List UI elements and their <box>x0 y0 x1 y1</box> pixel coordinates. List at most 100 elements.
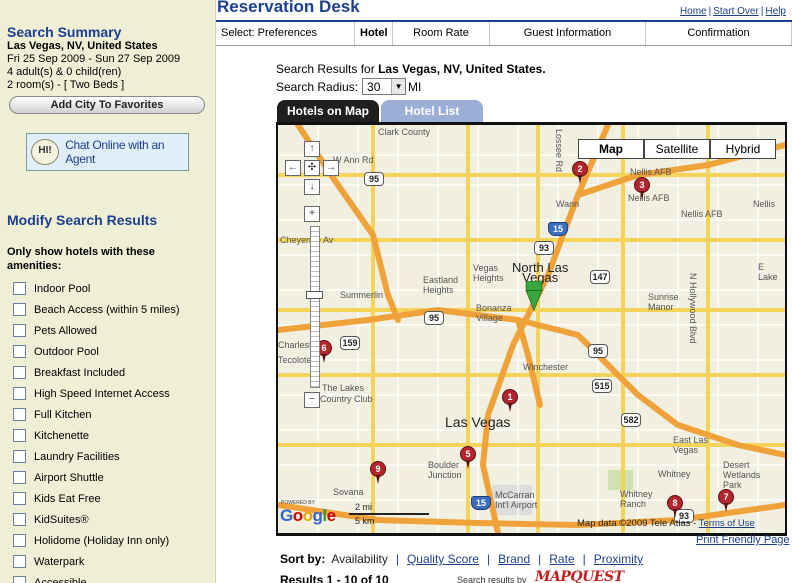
zoom-slider-thumb[interactable] <box>306 291 323 299</box>
amenity-checkbox[interactable] <box>13 303 26 316</box>
scale-bar <box>349 513 429 515</box>
pin-tail <box>673 509 677 518</box>
sort-separator: | <box>582 552 586 566</box>
map-label: Country Club <box>320 394 373 404</box>
mapquest-logo: MAPQUEST <box>535 569 624 583</box>
start-over-link[interactable]: Start Over <box>713 6 759 17</box>
amenity-label: Laundry Facilities <box>34 450 120 463</box>
map-scale: 2 mi 5 km <box>347 502 429 526</box>
amenity-label: Full Kitchen <box>34 408 92 421</box>
pin-tail <box>376 475 380 484</box>
map-roads <box>278 125 785 533</box>
radius-select[interactable]: 30 ▼ <box>362 78 407 95</box>
tab-hotel-list[interactable]: Hotel List <box>381 100 483 122</box>
hotel-pin[interactable]: 9 <box>370 461 386 485</box>
map-label: The Lakes <box>322 383 365 393</box>
amenity-checkbox[interactable] <box>13 429 26 442</box>
pin-tail <box>508 403 512 412</box>
amenity-checkbox[interactable] <box>13 450 26 463</box>
pan-up-icon[interactable]: ↑ <box>304 141 320 157</box>
interstate-shield: 15 <box>548 222 568 236</box>
scale-km: 5 km <box>355 516 375 526</box>
summary-dates: Fri 25 Sep 2009 - Sun 27 Sep 2009 <box>7 53 181 65</box>
summary-guests: 4 adult(s) & 0 child(ren) <box>7 66 122 78</box>
add-city-to-favorites-button[interactable]: Add City To Favorites <box>9 96 205 114</box>
print-friendly-page-link[interactable]: Print Friendly Page <box>696 534 790 546</box>
highway-shield: 147 <box>590 270 610 284</box>
amenity-row: Waterpark <box>13 551 180 572</box>
search-center-pin-icon[interactable] <box>524 281 544 311</box>
amenity-checkbox[interactable] <box>13 492 26 505</box>
radius-label: Search Radius: <box>276 79 359 94</box>
hotel-pin[interactable]: 1 <box>502 389 518 413</box>
hotel-pin[interactable]: 7 <box>718 489 734 513</box>
scale-miles: 2 mi <box>355 502 373 512</box>
hotel-pin[interactable]: 5 <box>460 446 476 470</box>
amenity-checkbox[interactable] <box>13 408 26 421</box>
amenity-row: Beach Access (within 5 miles) <box>13 299 180 320</box>
map-label: Desert Wetlands Park <box>723 460 761 490</box>
tab-hotels-on-map[interactable]: Hotels on Map <box>277 100 379 122</box>
results-location: Las Vegas, NV, United States. <box>378 62 546 76</box>
search-results-heading: Search Results for Las Vegas, NV, United… <box>276 62 546 76</box>
sort-separator: | <box>486 552 491 566</box>
pan-right-icon[interactable]: → <box>323 160 339 176</box>
map-label: Nellis AFB <box>630 167 672 177</box>
amenity-checkbox[interactable] <box>13 471 26 484</box>
amenities-list: Indoor Pool Beach Access (within 5 miles)… <box>13 278 180 583</box>
amenity-row: Accessible <box>13 572 180 583</box>
zoom-slider-track[interactable] <box>310 226 320 388</box>
map-label: Winchester <box>523 362 569 372</box>
map-label: Boulder Junction <box>428 460 462 480</box>
amenity-checkbox[interactable] <box>13 345 26 358</box>
search-results-by-label: Search results by <box>457 575 527 583</box>
sort-availability[interactable]: Availability <box>331 552 387 566</box>
sort-quality-score[interactable]: Quality Score <box>407 552 479 566</box>
amenity-checkbox[interactable] <box>13 387 26 400</box>
map-label-north-las-vegas: North Las Vegas <box>512 260 569 285</box>
amenity-checkbox[interactable] <box>13 366 26 379</box>
amenity-checkbox[interactable] <box>13 513 26 526</box>
amenity-checkbox[interactable] <box>13 555 26 568</box>
sort-brand[interactable]: Brand <box>498 552 530 566</box>
pin-tail <box>322 354 326 363</box>
amenity-label: KidSuites® <box>34 513 89 526</box>
pan-down-icon[interactable]: ↓ <box>304 179 320 195</box>
terms-of-use-link[interactable]: Terms of Use <box>699 518 755 529</box>
map-copyright: Map data ©2009 Tele Atlas - Terms of Use <box>577 518 755 529</box>
map-canvas[interactable]: Clark County W Ann Rd Nellis AFB Nellis … <box>278 125 785 533</box>
hotel-pin[interactable]: 2 <box>572 161 588 185</box>
highway-shield: 515 <box>592 379 612 393</box>
amenity-checkbox[interactable] <box>13 534 26 547</box>
amenity-row: KidSuites® <box>13 509 180 530</box>
progress-steps: Select: Preferences Hotel Room Rate Guest I… <box>216 22 792 46</box>
hotel-pin[interactable]: 3 <box>634 177 650 201</box>
amenity-checkbox[interactable] <box>13 576 26 583</box>
amenity-row: Pets Allowed <box>13 320 180 341</box>
map-label: Bonanza Village <box>476 303 512 323</box>
amenity-checkbox[interactable] <box>13 282 26 295</box>
map-label: East Las Vegas <box>673 435 709 455</box>
results-count: Results 1 - 10 of 10 <box>280 573 389 583</box>
pan-left-icon[interactable]: ← <box>285 160 301 176</box>
interstate-shield: 15 <box>471 496 491 510</box>
sort-proximity[interactable]: Proximity <box>594 552 643 566</box>
results-prefix: Search Results for <box>276 62 375 76</box>
hotel-pin[interactable]: 8 <box>667 495 683 519</box>
map-type-map-button[interactable]: Map <box>578 139 644 159</box>
sort-rate[interactable]: Rate <box>549 552 574 566</box>
map-type-hybrid-button[interactable]: Hybrid <box>710 139 776 159</box>
amenity-checkbox[interactable] <box>13 324 26 337</box>
amenity-label: Outdoor Pool <box>34 345 99 358</box>
help-link[interactable]: Help <box>765 6 786 17</box>
map-label: N Hollywood Blvd <box>688 273 698 344</box>
map-type-switcher: Map Satellite Hybrid <box>578 139 776 159</box>
zoom-out-icon[interactable]: − <box>304 392 320 408</box>
pin-tail <box>466 460 470 469</box>
radius-unit: MI <box>408 79 422 94</box>
zoom-in-icon[interactable]: + <box>304 206 320 222</box>
map-type-satellite-button[interactable]: Satellite <box>644 139 710 159</box>
chat-online-button[interactable]: HI! Chat Online with an Agent <box>26 133 189 171</box>
recenter-icon[interactable]: ✣ <box>304 160 320 176</box>
home-link[interactable]: Home <box>680 6 707 17</box>
